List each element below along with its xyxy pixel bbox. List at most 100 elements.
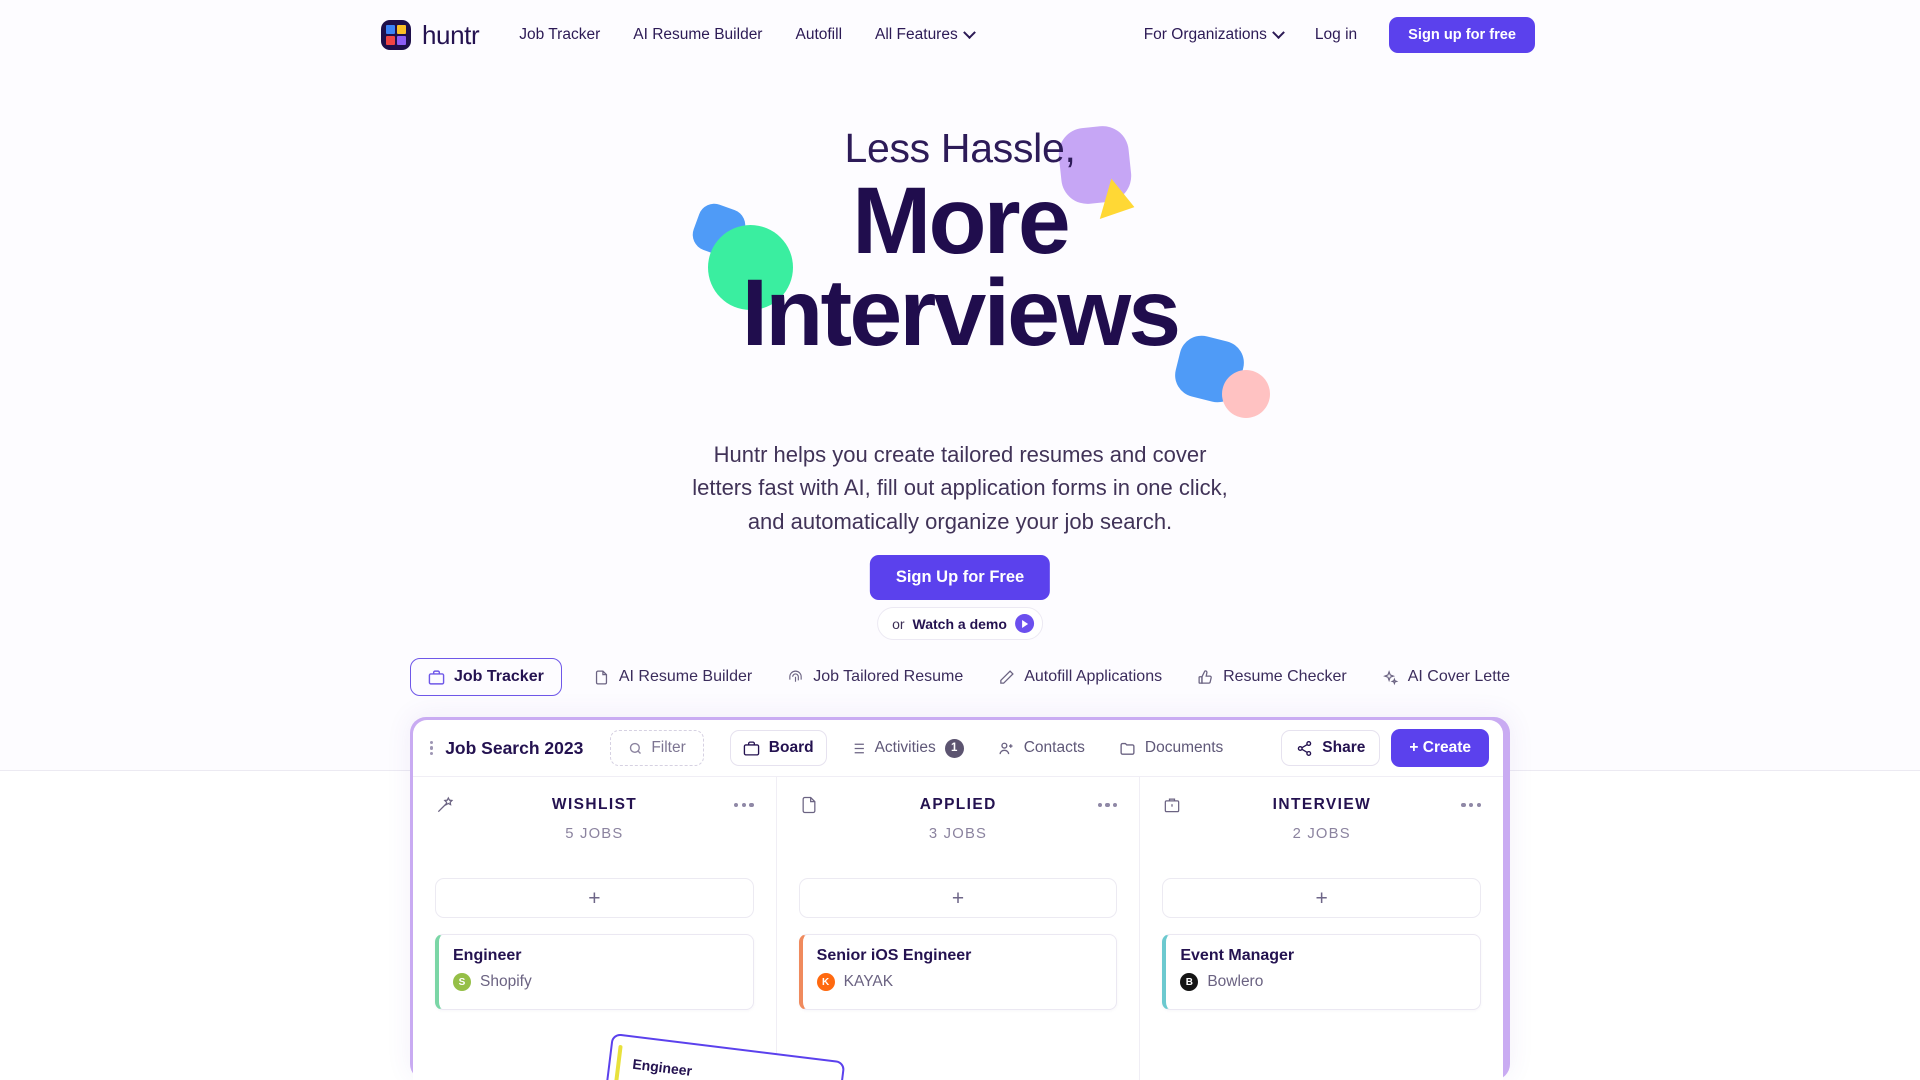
- tab-label: Job Tailored Resume: [813, 668, 964, 685]
- documents-label: Documents: [1144, 739, 1224, 756]
- nav-link-all-features[interactable]: All Features: [875, 25, 976, 44]
- company-logo-icon: B: [1180, 973, 1199, 991]
- tab-ai-resume-builder[interactable]: AI Resume Builder: [589, 659, 756, 695]
- column-title: WISHLIST: [551, 796, 638, 813]
- job-card[interactable]: Senior iOS Engineer K KAYAK: [798, 934, 1118, 1010]
- login-link[interactable]: Log in: [1315, 26, 1357, 44]
- hero-section: Less Hassle, More Interviews Huntr helps…: [0, 70, 1920, 640]
- watch-demo-prefix: or: [892, 615, 905, 632]
- hero-kicker: Less Hassle,: [844, 125, 1076, 171]
- magic-wand-icon: [437, 796, 454, 813]
- activities-count-badge: 1: [944, 738, 964, 758]
- add-job-button-interview[interactable]: +: [1162, 878, 1482, 918]
- dragged-card-title: Engineer: [631, 1055, 693, 1079]
- share-label: Share: [1322, 739, 1366, 756]
- job-card[interactable]: Engineer S Shopify: [435, 934, 754, 1010]
- nav-link-autofill[interactable]: Autofill: [795, 26, 842, 44]
- nav-link-ai-resume-builder[interactable]: AI Resume Builder: [633, 26, 762, 44]
- tab-job-tailored-resume[interactable]: Job Tailored Resume: [783, 659, 967, 695]
- activities-label: Activities: [874, 739, 936, 756]
- watch-demo-button[interactable]: or Watch a demo: [877, 607, 1043, 640]
- top-navigation-bar: huntr Job Tracker AI Resume Builder Auto…: [0, 0, 1920, 70]
- board-column-interview: INTERVIEW 2 JOBS + Event Manager B Bowle…: [1140, 777, 1503, 1080]
- column-title: APPLIED: [919, 796, 997, 813]
- sparkles-icon: [1382, 669, 1398, 685]
- board-name: Job Search 2023: [445, 737, 584, 758]
- view-board-button[interactable]: Board: [729, 730, 827, 766]
- tab-autofill-applications[interactable]: Autofill Applications: [994, 659, 1166, 695]
- tab-label: Job Tracker: [454, 668, 544, 685]
- kebab-menu-icon[interactable]: [430, 740, 434, 756]
- hero-signup-button[interactable]: Sign Up for Free: [869, 555, 1051, 600]
- app-mockup-frame: Job Search 2023 Filter Board Activities …: [410, 717, 1510, 1080]
- column-header: APPLIED: [799, 795, 1118, 815]
- tab-label: AI Resume Builder: [618, 668, 753, 685]
- nav-link-label: Job Tracker: [519, 26, 601, 43]
- card-accent-stripe: [612, 1044, 623, 1080]
- contacts-button[interactable]: Contacts: [986, 731, 1097, 765]
- brand-logo[interactable]: huntr: [381, 20, 480, 51]
- job-card-company: B Bowlero: [1180, 973, 1466, 991]
- app-window: Job Search 2023 Filter Board Activities …: [413, 720, 1503, 1080]
- hero-subtitle: Huntr helps you create tailored resumes …: [0, 438, 1920, 538]
- add-job-button-wishlist[interactable]: +: [435, 878, 754, 918]
- contacts-label: Contacts: [1023, 739, 1085, 756]
- tab-resume-checker[interactable]: Resume Checker: [1193, 659, 1351, 695]
- job-card-company: S Shopify: [453, 973, 739, 991]
- job-card-title: Senior iOS Engineer: [816, 947, 972, 964]
- company-name: Shopify: [480, 973, 532, 990]
- create-button[interactable]: + Create: [1391, 729, 1489, 767]
- hero-subtitle-line2: letters fast with AI, fill out applicati…: [692, 475, 1228, 501]
- documents-button[interactable]: Documents: [1107, 731, 1235, 765]
- filter-label: Filter: [651, 739, 686, 756]
- pink-circle-decoration: [1222, 370, 1270, 418]
- search-icon: [630, 742, 642, 754]
- column-header: INTERVIEW: [1162, 795, 1481, 815]
- chevron-down-icon: [1272, 25, 1285, 39]
- document-icon: [595, 669, 607, 685]
- nav-link-label: Autofill: [795, 26, 843, 43]
- nav-link-label: All Features: [875, 26, 958, 43]
- feature-tabs: Job Tracker AI Resume Builder Job Tailor…: [410, 655, 1510, 699]
- company-logo-icon: S: [453, 973, 471, 991]
- job-card-title: Event Manager: [1180, 947, 1295, 964]
- view-board-label: Board: [768, 739, 814, 756]
- job-card[interactable]: Event Manager B Bowlero: [1162, 934, 1482, 1010]
- nav-link-for-organizations[interactable]: For Organizations: [1143, 25, 1285, 44]
- primary-nav-links: Job Tracker AI Resume Builder Autofill A…: [519, 25, 976, 44]
- app-toolbar: Job Search 2023 Filter Board Activities …: [413, 720, 1503, 777]
- folder-icon: [1120, 742, 1135, 755]
- filter-button[interactable]: Filter: [610, 730, 704, 766]
- company-name: Bowlero: [1207, 973, 1264, 990]
- pencil-icon: [1000, 669, 1015, 684]
- column-job-count: 3 JOBS: [928, 826, 988, 842]
- column-header: WISHLIST: [435, 795, 754, 815]
- column-more-icon[interactable]: [734, 802, 754, 808]
- document-icon: [802, 796, 816, 814]
- board-column-wishlist: WISHLIST 5 JOBS + Engineer S Shopify: [413, 777, 777, 1080]
- user-plus-icon: [999, 742, 1013, 754]
- briefcase-icon: [743, 740, 760, 756]
- hero-headline-line1: More: [852, 168, 1071, 274]
- add-job-button-applied[interactable]: +: [798, 878, 1118, 918]
- tab-label: AI Cover Letters: [1407, 668, 1510, 685]
- share-button[interactable]: Share: [1281, 730, 1381, 766]
- chevron-down-icon: [962, 25, 976, 39]
- nav-right-group: For Organizations Log in Sign up for fre…: [1144, 17, 1535, 53]
- tab-job-tracker[interactable]: Job Tracker: [410, 658, 562, 696]
- signup-button[interactable]: Sign up for free: [1389, 17, 1535, 53]
- column-job-count: 2 JOBS: [1292, 826, 1351, 842]
- thumbs-up-icon: [1198, 669, 1212, 684]
- nav-link-job-tracker[interactable]: Job Tracker: [519, 26, 600, 44]
- column-more-icon[interactable]: [1097, 802, 1118, 808]
- job-card-title: Engineer: [453, 947, 522, 964]
- tab-ai-cover-letters[interactable]: AI Cover Letters: [1378, 659, 1510, 695]
- board-column-applied: APPLIED 3 JOBS + Senior iOS Engineer K K…: [777, 777, 1141, 1080]
- nav-link-label: AI Resume Builder: [633, 26, 763, 43]
- company-logo-icon: K: [816, 973, 835, 991]
- nav-link-label: For Organizations: [1143, 26, 1267, 43]
- huntr-logo-icon: [381, 20, 411, 50]
- kanban-board: WISHLIST 5 JOBS + Engineer S Shopify APP…: [413, 777, 1503, 1080]
- column-more-icon[interactable]: [1461, 802, 1481, 808]
- activities-button[interactable]: Activities 1: [837, 731, 976, 766]
